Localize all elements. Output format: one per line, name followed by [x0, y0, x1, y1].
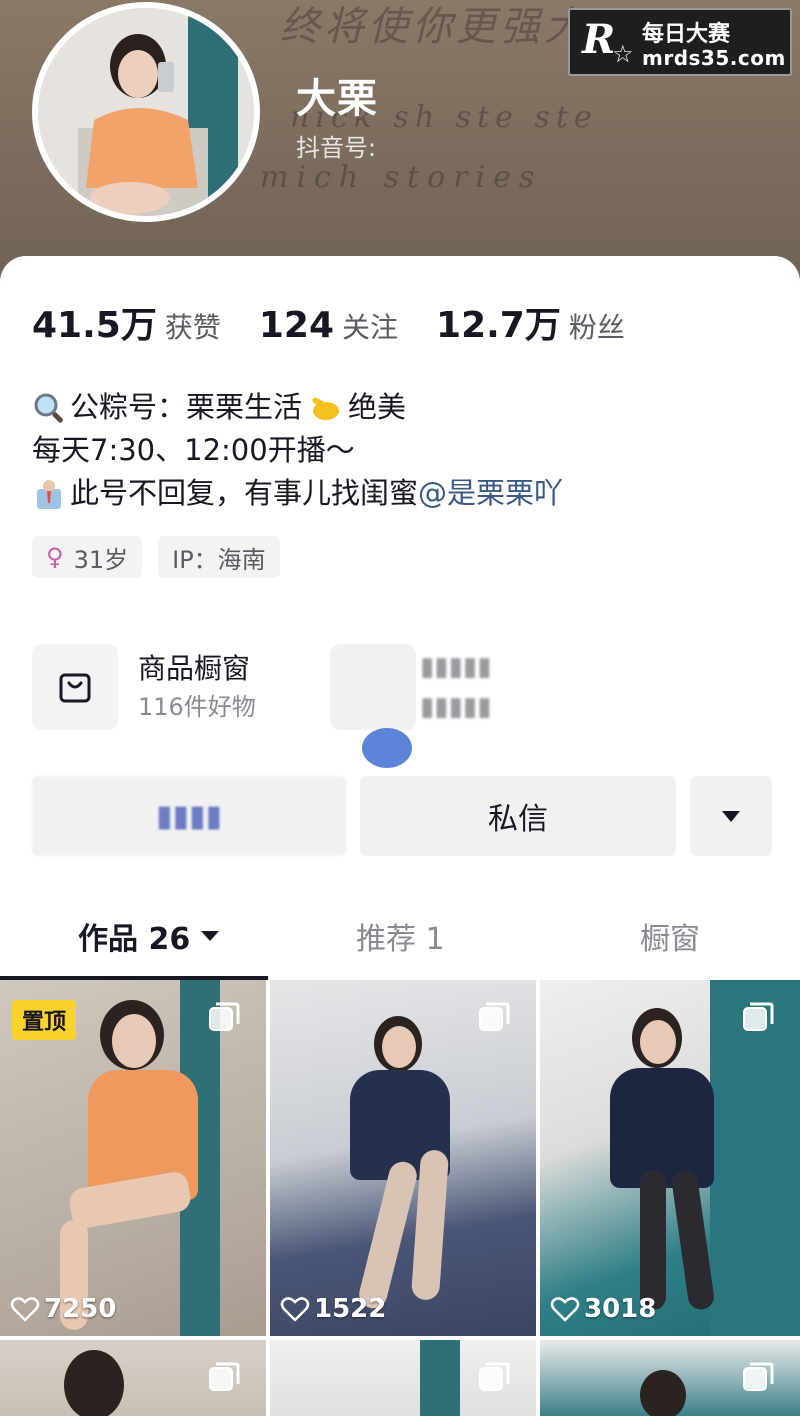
- heart-icon: [10, 1297, 40, 1322]
- multi-image-icon: [479, 1002, 510, 1031]
- blurred-text: ▮▮▮▮▮ ▮▮▮▮▮: [420, 652, 492, 722]
- content-tabs: 作品 26 推荐 1 橱窗: [0, 896, 800, 980]
- banner-handwriting: mich stories: [260, 160, 543, 195]
- tab-recommend[interactable]: 推荐 1: [356, 914, 445, 958]
- watermark-title: 每日大赛: [642, 22, 731, 47]
- stat-label: 粉丝: [568, 311, 625, 344]
- bio-text: 绝美: [348, 390, 407, 424]
- action-buttons: ▮▮▮▮ 私信: [32, 776, 772, 856]
- bio-line: 每天7:30、12:00开播～: [32, 429, 772, 472]
- tab-label: 推荐 1: [356, 922, 445, 957]
- video-tile[interactable]: 1522: [270, 980, 536, 1336]
- like-count-value: 7250: [44, 1294, 117, 1324]
- like-count-value: 1522: [314, 1294, 387, 1324]
- like-count-value: 3018: [584, 1294, 657, 1324]
- figure-face: [640, 1020, 676, 1064]
- multi-image-icon: [743, 1362, 774, 1391]
- figure-face: [112, 1014, 156, 1068]
- product-showcase-entry[interactable]: 商品橱窗 116件好物: [32, 644, 256, 730]
- heart-icon: [280, 1297, 310, 1322]
- ip-text: IP：海南: [172, 545, 266, 574]
- tab-label: 作品 26: [78, 922, 191, 957]
- stat-following[interactable]: 124 关注: [259, 305, 398, 346]
- figure-hair: [64, 1350, 124, 1416]
- stat-value: 41.5万: [32, 305, 157, 346]
- caret-down-icon: [722, 811, 740, 822]
- profile-stats: 41.5万 获赞 124 关注 12.7万 粉丝: [32, 296, 663, 346]
- shopping-bag-icon: [32, 644, 118, 730]
- bio-text: 每天7:30、12:00开播～: [32, 433, 355, 467]
- site-watermark: R ☆ 每日大赛 mrds35.com: [568, 8, 792, 76]
- stat-followers[interactable]: 12.7万 粉丝: [436, 296, 625, 348]
- curtain: [420, 1340, 460, 1416]
- blurred-thumbnail: [330, 644, 416, 730]
- douyin-id-label: 抖音号:: [296, 134, 377, 162]
- profile-banner: 终将使你更强大 nick sh ste ste mich stories 大栗 …: [0, 0, 800, 300]
- stat-label: 关注: [342, 311, 399, 344]
- multi-image-icon: [479, 1362, 510, 1391]
- showcase-subtitle: 116件好物: [138, 693, 256, 721]
- blurred-entry[interactable]: ▮▮▮▮▮ ▮▮▮▮▮: [330, 644, 492, 730]
- age-tag: ♀ 31岁: [32, 536, 143, 578]
- figure-leg: [670, 1168, 716, 1312]
- stat-label: 获赞: [164, 311, 221, 344]
- multi-image-icon: [743, 1002, 774, 1031]
- figure-blazer: [610, 1068, 714, 1188]
- person-emoji-icon: [32, 477, 66, 511]
- message-button[interactable]: 私信: [360, 776, 676, 856]
- video-tile[interactable]: [270, 1340, 536, 1416]
- video-tile[interactable]: [0, 1340, 266, 1416]
- banner-handwriting: 终将使你更强大: [280, 4, 588, 50]
- magnifier-emoji-icon: [32, 391, 66, 425]
- bio-text: 公粽号：栗栗生活: [70, 390, 303, 424]
- avatar[interactable]: [32, 2, 260, 222]
- bio-text: 此号不回复，有事儿找闺蜜: [70, 476, 419, 510]
- ip-tag: IP：海南: [158, 536, 280, 578]
- pinned-badge: 置顶: [12, 1000, 77, 1040]
- stat-value: 124: [258, 305, 334, 346]
- profile-bio: 公粽号：栗栗生活 绝美 每天7:30、12:00开播～ 此号不回复，有事儿找闺蜜…: [32, 386, 772, 515]
- video-tile[interactable]: 置顶 7250: [0, 980, 266, 1336]
- like-count: 7250: [10, 1294, 116, 1324]
- multi-image-icon: [209, 1002, 240, 1031]
- profile-name: 大栗: [296, 76, 378, 122]
- video-tile[interactable]: [540, 1340, 800, 1416]
- age-text: 31岁: [73, 545, 129, 574]
- tab-showcase[interactable]: 橱窗: [640, 914, 700, 958]
- stat-value: 12.7万: [436, 305, 561, 346]
- pointing-hand-emoji-icon: [310, 391, 344, 425]
- figure-leg: [67, 1169, 193, 1231]
- female-icon: ♀: [46, 543, 64, 571]
- like-count: 3018: [550, 1294, 656, 1324]
- heart-icon: [550, 1297, 580, 1322]
- star-icon: ☆: [612, 40, 634, 68]
- showcase-title: 商品橱窗: [138, 652, 251, 685]
- bio-line: 此号不回复，有事儿找闺蜜 @是栗栗吖: [32, 472, 772, 515]
- multi-image-icon: [209, 1362, 240, 1391]
- more-button[interactable]: [690, 776, 772, 856]
- profile-tags: ♀ 31岁 IP：海南: [32, 536, 296, 578]
- tab-works[interactable]: 作品 26: [78, 914, 220, 958]
- bio-line: 公粽号：栗栗生活 绝美: [32, 386, 772, 429]
- figure-face: [382, 1026, 416, 1068]
- video-tile[interactable]: 3018: [540, 980, 800, 1336]
- figure-hair: [640, 1370, 686, 1416]
- avatar-photo: [38, 8, 254, 216]
- stat-likes[interactable]: 41.5万 获赞: [32, 296, 221, 348]
- watermark-logo: R: [582, 16, 616, 63]
- like-count: 1522: [280, 1294, 386, 1324]
- tab-label: 橱窗: [640, 922, 700, 957]
- follow-button[interactable]: ▮▮▮▮: [32, 776, 346, 856]
- caret-down-icon: [201, 931, 220, 941]
- curtain: [710, 980, 800, 1336]
- blurred-dot: [362, 728, 412, 768]
- mention-link[interactable]: @是栗栗吖: [418, 472, 563, 515]
- figure-leg: [640, 1170, 666, 1310]
- watermark-domain: mrds35.com: [642, 46, 786, 70]
- video-grid: 置顶 7250 1522 3018: [0, 980, 800, 1416]
- figure-leg: [356, 1158, 420, 1312]
